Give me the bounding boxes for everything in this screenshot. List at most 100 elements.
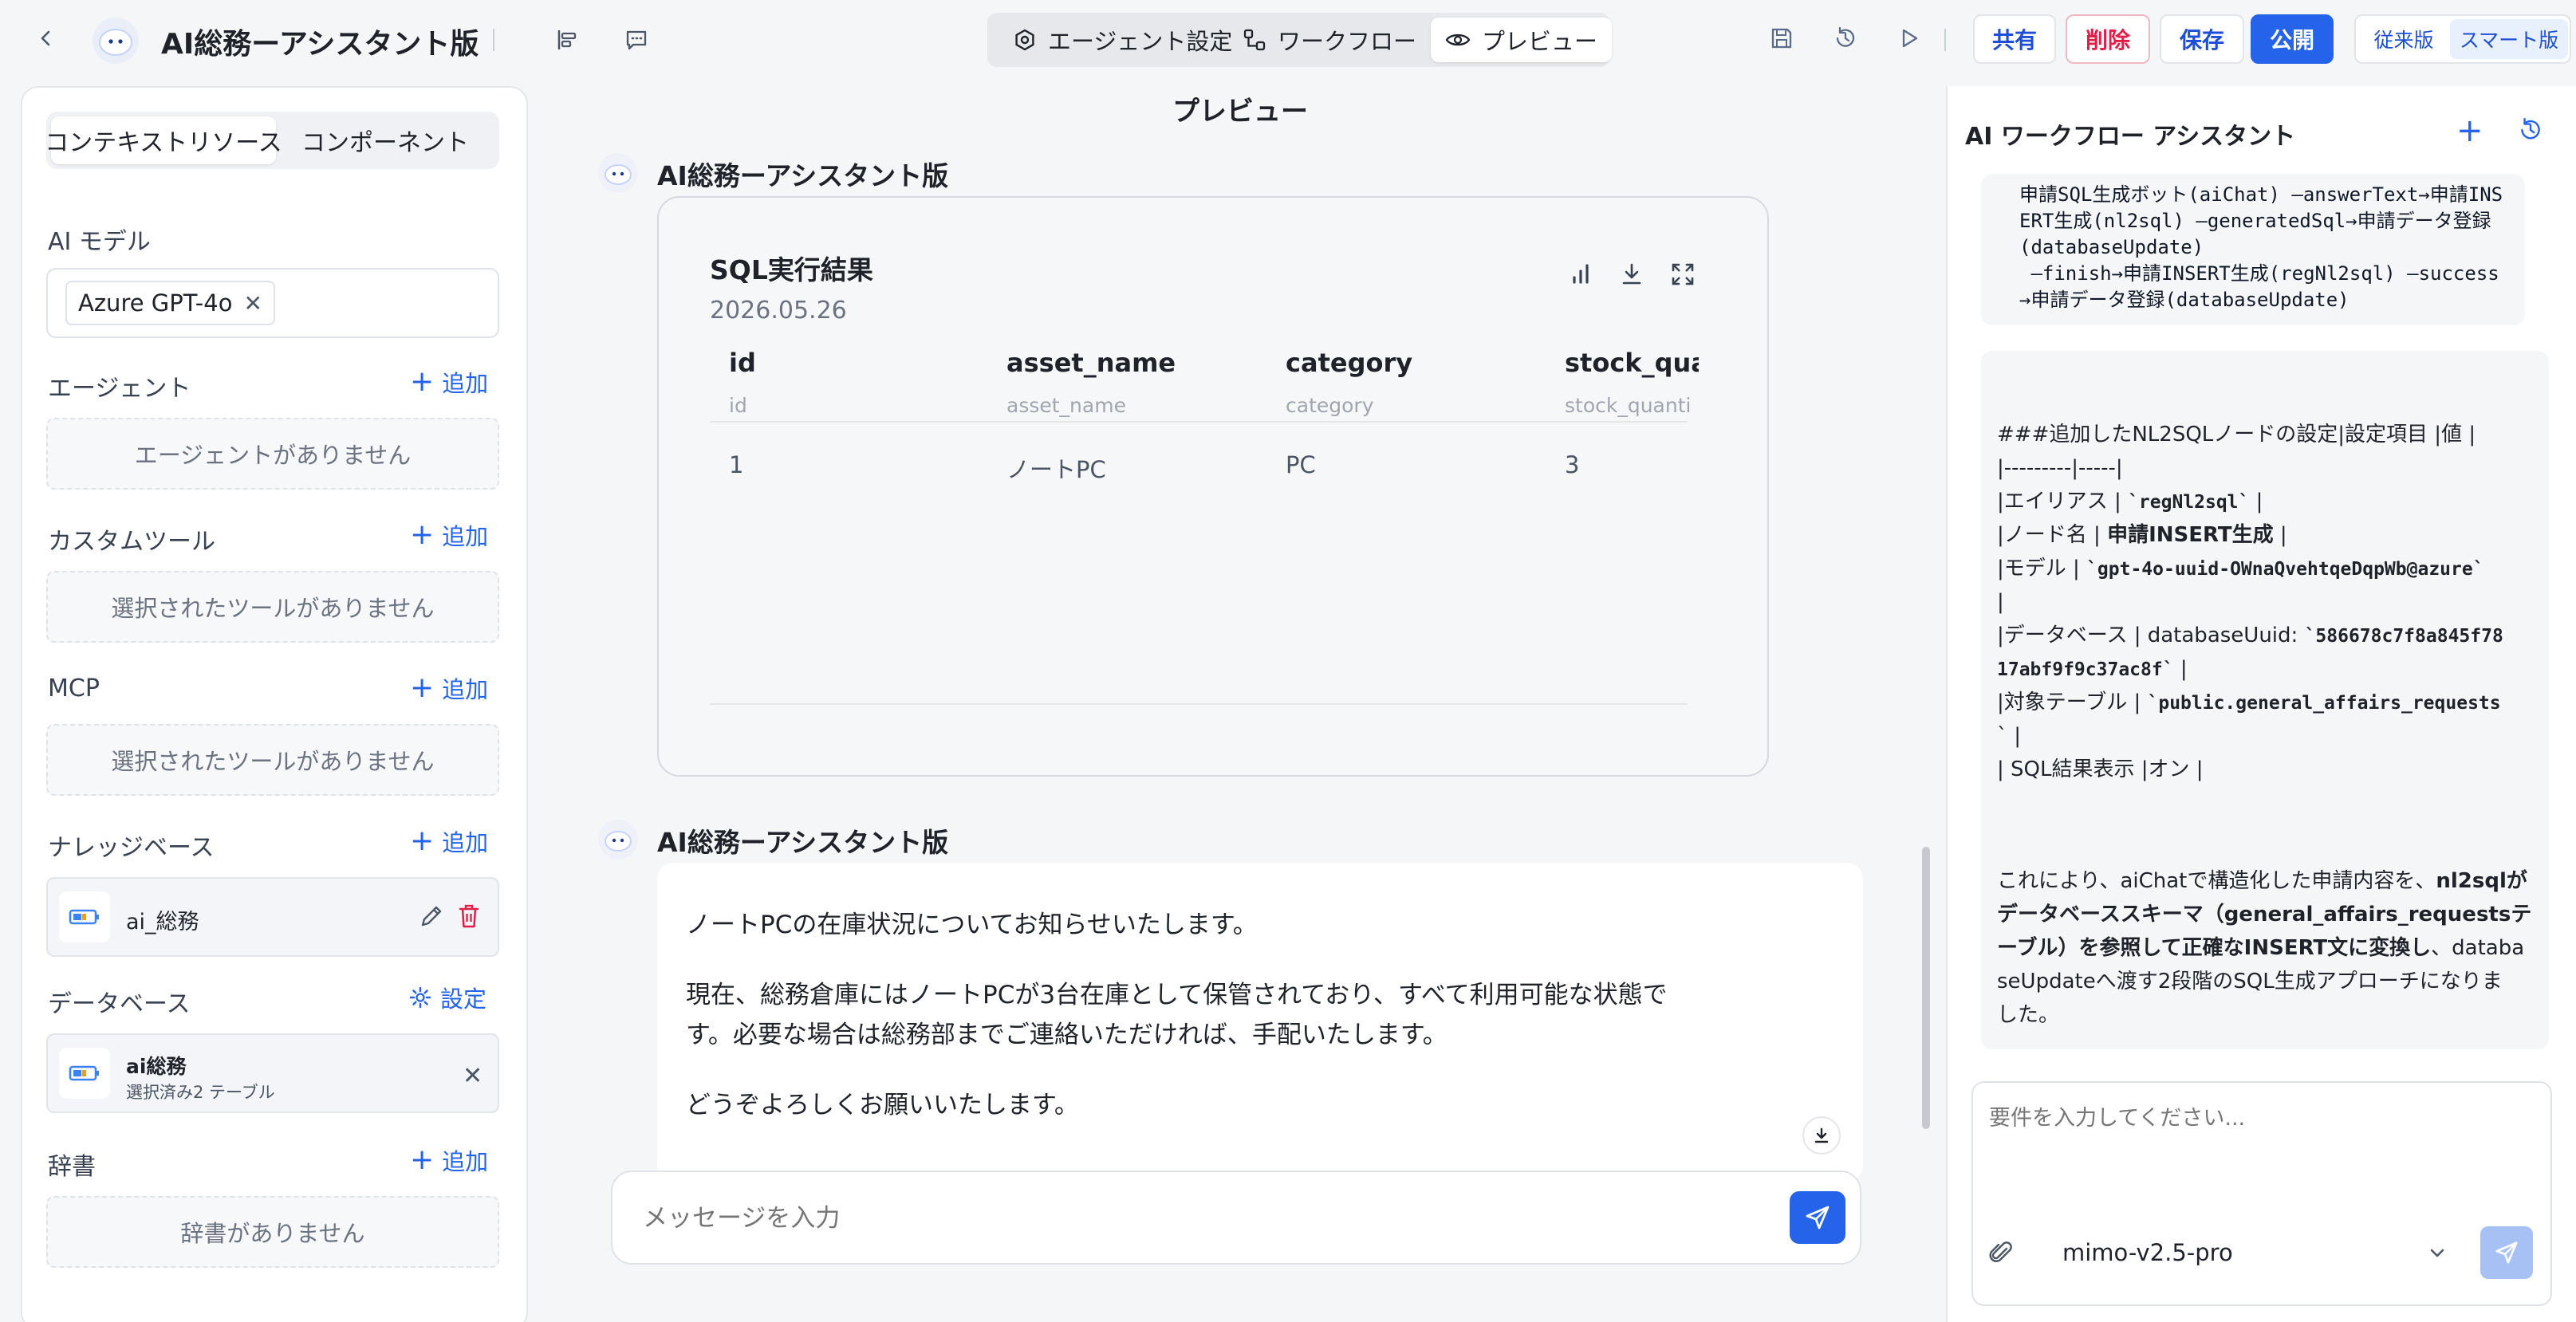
preview-title: プレビュー bbox=[1172, 96, 1308, 128]
add-label: 追加 bbox=[442, 676, 489, 703]
settings-label: 設定 bbox=[440, 986, 487, 1013]
legacy-mode-option[interactable]: 従来版 bbox=[2361, 19, 2447, 59]
smart-mode-option[interactable]: スマート版 bbox=[2450, 19, 2568, 59]
tab-label: ワークフロー bbox=[1278, 28, 1417, 55]
send-icon bbox=[2495, 1241, 2518, 1264]
plus-icon: + bbox=[410, 1143, 435, 1176]
assistant-message: ノートPCの在庫状況についてお知らせいたします。 現在、総務倉庫にはノートPCが… bbox=[657, 863, 1863, 1182]
download-icon[interactable] bbox=[1619, 262, 1644, 287]
chevron-down-icon[interactable] bbox=[2426, 1242, 2448, 1265]
message-input-bar bbox=[611, 1171, 1861, 1265]
attach-icon[interactable] bbox=[1987, 1239, 2015, 1266]
delete-icon[interactable] bbox=[456, 903, 482, 930]
knowledge-item-name: ai_総務 bbox=[126, 910, 199, 934]
mode-switch: 従来版 スマート版 bbox=[2354, 14, 2571, 64]
reply-line: |エイリアス | `regNl2sql` | bbox=[1997, 490, 2263, 513]
database-item[interactable]: ai総務 選択済み2 テーブル ✕ bbox=[46, 1033, 499, 1113]
agent-empty-state: エージェントがありません bbox=[46, 418, 499, 490]
reply-line: |データベース | databaseUuid: `586678c7f8a845f… bbox=[1997, 624, 2503, 647]
bot-avatar-icon bbox=[598, 153, 638, 193]
message-paragraph: 現在、総務倉庫にはノートPCが3台在庫として保管されており、すべて利用可能な状態… bbox=[686, 981, 1668, 1009]
ai-model-select[interactable]: Azure GPT-4o ✕ bbox=[46, 268, 499, 338]
code-block: 申請SQL生成ボット(aiChat) —answerText→申請INS ERT… bbox=[1981, 174, 2525, 325]
top-header: AI総務ーアシスタント版 エージェント設定 ワークフロー プレビュー 共有 削除… bbox=[0, 0, 2576, 80]
column-header: asset_name bbox=[1006, 348, 1176, 378]
save-draft-icon[interactable] bbox=[1759, 16, 1804, 61]
reply-line: 17abf9f9c37ac8f` | bbox=[1997, 657, 2188, 681]
send-button[interactable] bbox=[1790, 1191, 1845, 1244]
reply-line: seUpdateへ渡す2段階のSQL生成アプローチになりま bbox=[1997, 970, 2503, 993]
knowledge-title: ナレッジベース bbox=[48, 834, 215, 862]
align-icon[interactable] bbox=[546, 18, 590, 62]
play-icon[interactable] bbox=[1887, 16, 1932, 61]
eye-icon bbox=[1445, 33, 1471, 46]
reply-line: ###追加したNL2SQLノードの設定|設定項目 |値 | bbox=[1997, 423, 2476, 447]
column-header: stock_qua bbox=[1565, 348, 1699, 378]
column-subheader: stock_quanti bbox=[1565, 394, 1692, 417]
bot-avatar-icon bbox=[598, 820, 638, 860]
requirement-input-box: mimo-v2.5-pro bbox=[1971, 1081, 2552, 1306]
add-mcp-button[interactable]: + 追加 bbox=[410, 671, 488, 705]
add-label: 追加 bbox=[442, 370, 489, 397]
tab-context-resources[interactable]: コンテキストリソース bbox=[45, 116, 282, 164]
history-icon[interactable] bbox=[1823, 16, 1868, 61]
plus-icon: + bbox=[410, 365, 435, 398]
remove-icon[interactable]: ✕ bbox=[243, 290, 262, 317]
send-requirement-button[interactable] bbox=[2480, 1226, 2533, 1279]
tab-label: エージェント設定 bbox=[1048, 28, 1233, 55]
close-icon[interactable]: ✕ bbox=[463, 1062, 483, 1090]
message-paragraph: ノートPCの在庫状況についてお知らせいたします。 bbox=[686, 911, 1258, 939]
model-select[interactable]: mimo-v2.5-pro bbox=[2062, 1239, 2233, 1266]
save-button[interactable]: 保存 bbox=[2160, 14, 2244, 64]
chart-icon[interactable] bbox=[1568, 262, 1593, 287]
workflow-icon bbox=[1243, 29, 1266, 51]
add-knowledge-button[interactable]: + 追加 bbox=[410, 824, 488, 858]
resource-panel: コンテキストリソース コンポーネント AI モデル Azure GPT-4o ✕… bbox=[21, 86, 528, 1322]
custom-tool-title: カスタムツール bbox=[48, 528, 215, 556]
bot-name: AI総務ーアシスタント版 bbox=[657, 827, 949, 858]
message-input[interactable] bbox=[643, 1194, 1759, 1242]
reply-line: データベーススキーマ（general_affairs_requestsテ bbox=[1997, 903, 2532, 927]
tab-preview[interactable]: プレビュー bbox=[1431, 18, 1613, 62]
chat-icon[interactable] bbox=[614, 18, 659, 62]
plus-icon: + bbox=[410, 518, 435, 551]
reply-line: ` | bbox=[1997, 724, 2022, 748]
publish-button[interactable]: 公開 bbox=[2251, 14, 2334, 64]
divider bbox=[1944, 29, 1946, 51]
new-chat-icon[interactable]: + bbox=[2456, 115, 2483, 147]
message-paragraph: す。必要な場合は総務部までご連絡いただければ、手配いたします。 bbox=[686, 1021, 1448, 1049]
tab-agent-settings[interactable]: エージェント設定 bbox=[998, 18, 1247, 62]
add-agent-button[interactable]: + 追加 bbox=[410, 365, 488, 399]
mcp-empty-state: 選択されたツールがありません bbox=[46, 724, 499, 796]
back-icon[interactable] bbox=[24, 16, 69, 61]
plus-icon: + bbox=[410, 671, 435, 704]
delete-button[interactable]: 削除 bbox=[2066, 14, 2150, 64]
fullscreen-icon[interactable] bbox=[1670, 262, 1696, 287]
battery-db-icon bbox=[59, 891, 110, 942]
reply-line: | SQL結果表示 |オン | bbox=[1997, 757, 2204, 781]
scrollbar[interactable] bbox=[1922, 847, 1930, 1129]
send-icon bbox=[1806, 1206, 1830, 1230]
resource-tabs: コンテキストリソース コンポーネント bbox=[45, 112, 499, 169]
add-dictionary-button[interactable]: + 追加 bbox=[410, 1143, 488, 1177]
model-chip-label: Azure GPT-4o bbox=[78, 289, 233, 317]
bot-logo-icon bbox=[93, 18, 139, 64]
divider bbox=[493, 29, 494, 51]
column-subheader: id bbox=[729, 394, 747, 417]
mcp-title: MCP bbox=[48, 675, 100, 702]
add-label: 追加 bbox=[442, 523, 489, 550]
table-row: 1 ノートPC PC 3 bbox=[710, 423, 1688, 502]
tab-workflow[interactable]: ワークフロー bbox=[1228, 18, 1431, 62]
history-icon[interactable] bbox=[2517, 116, 2544, 144]
tab-components[interactable]: コンポーネント bbox=[276, 116, 494, 164]
message-paragraph: どうぞよろしくお願いいたします。 bbox=[686, 1091, 1079, 1119]
column-subheader: category bbox=[1286, 394, 1374, 417]
database-settings-button[interactable]: 設定 bbox=[408, 981, 486, 1014]
requirement-input[interactable] bbox=[1989, 1100, 2531, 1196]
assistant-panel-title: AI ワークフロー アシスタント bbox=[1965, 123, 2296, 151]
edit-icon[interactable] bbox=[418, 903, 445, 930]
share-button[interactable]: 共有 bbox=[1973, 14, 2056, 64]
add-custom-tool-button[interactable]: + 追加 bbox=[410, 518, 488, 552]
download-message-icon[interactable] bbox=[1802, 1116, 1841, 1155]
knowledge-item[interactable]: ai_総務 bbox=[46, 877, 499, 957]
